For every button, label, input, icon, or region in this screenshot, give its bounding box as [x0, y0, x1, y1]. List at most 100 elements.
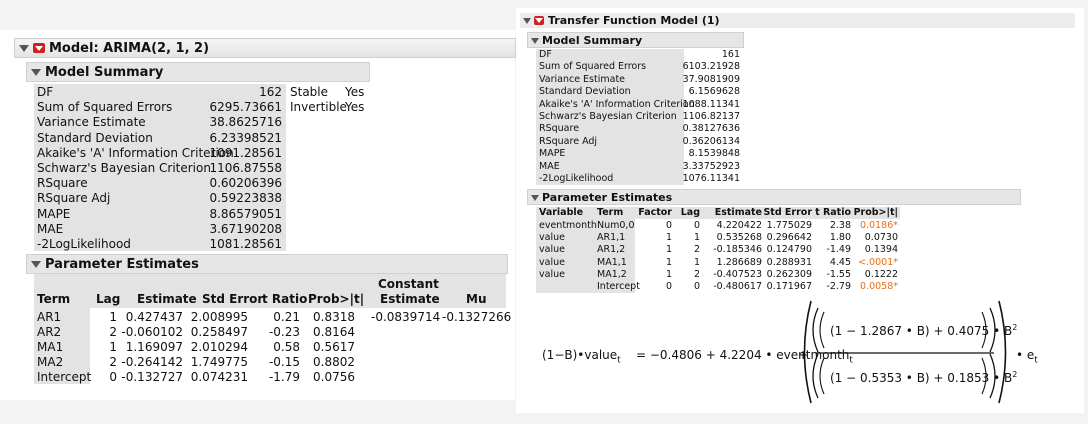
- pe-cell: value: [539, 268, 565, 280]
- pe-cell: 0: [109, 370, 117, 384]
- pe-prob: <.0001*: [858, 256, 898, 268]
- pe-cell: 0.535268: [716, 232, 762, 244]
- pe-cell: 1.80: [829, 232, 851, 244]
- pe-header-t-ratio: t Ratio: [262, 292, 308, 306]
- pe-header: t Ratio: [815, 207, 851, 218]
- transfer-function-title: Transfer Function Model (1): [548, 14, 720, 27]
- pe-cell: -1.49: [826, 244, 851, 256]
- pe-cell: MA1,2: [597, 268, 627, 280]
- summary-label: Variance Estimate: [37, 115, 146, 130]
- pe-cell: 1: [693, 232, 700, 244]
- arima-model-header[interactable]: Model: ARIMA(2, 1, 2): [14, 38, 516, 58]
- model-flag-value: Yes: [345, 100, 365, 115]
- summary-value: 8.86579051: [209, 206, 282, 221]
- pe-cell: 4.45: [829, 256, 851, 268]
- summary-label: Variance Estimate: [539, 73, 626, 85]
- equation-rhs-subscript: t: [849, 355, 853, 366]
- pe-cell: -0.480617: [713, 281, 762, 292]
- disclosure-triangle-icon[interactable]: [31, 65, 41, 80]
- pe-cell: 1: [109, 340, 117, 354]
- pe-prob: 0.1222: [864, 268, 898, 280]
- pe-cell: -0.185346: [713, 244, 762, 256]
- summary-value: 1106.87558: [209, 161, 282, 175]
- pe-cell: 1.749775: [190, 355, 248, 369]
- pe-cell: 0.21: [273, 310, 300, 324]
- left-model-summary-header[interactable]: Model Summary: [26, 62, 370, 82]
- summary-value: 1081.28561: [209, 237, 282, 251]
- pe-cell: eventmonth: [539, 220, 597, 231]
- pe-header: Factor: [638, 207, 672, 218]
- pe-cell: MA1,1: [597, 256, 627, 268]
- pe-cell: 2: [693, 268, 700, 280]
- pe-cell: -0.15: [268, 355, 300, 369]
- pe-cell: 0.074231: [190, 370, 248, 384]
- pe-term: MA2: [37, 355, 64, 369]
- pe-cell: 1.169097: [125, 340, 183, 354]
- red-triangle-menu-icon[interactable]: [33, 43, 45, 53]
- pe-cell: 0: [693, 220, 700, 231]
- pe-header-std-error: Std Error: [202, 292, 264, 306]
- pe-cell: 0: [693, 281, 700, 292]
- pe-cell: 1.286689: [716, 256, 762, 268]
- model-flag-value: Yes: [345, 85, 365, 99]
- disclosure-triangle-icon[interactable]: [19, 41, 29, 56]
- pe-header-prob: Prob>|t|: [308, 292, 365, 306]
- pe-cell: 0.8164: [313, 325, 355, 339]
- mu-value: -0.1327266: [442, 310, 512, 324]
- summary-label: RSquare Adj: [37, 191, 111, 206]
- constant-estimate-value: -0.0839714: [371, 310, 441, 324]
- right-parameter-estimates-header[interactable]: Parameter Estimates: [527, 189, 1021, 205]
- pe-header: Estimate: [714, 207, 762, 218]
- pe-header-term: Term: [37, 292, 71, 306]
- pe-cell: value: [539, 232, 565, 244]
- pe-cell: -1.55: [826, 268, 851, 280]
- equation-numerator-exponent: 2: [1012, 323, 1018, 332]
- summary-value: 37.9081909: [682, 73, 740, 85]
- pe-cell: 0.258497: [190, 325, 248, 339]
- left-model-summary-title: Model Summary: [45, 64, 164, 80]
- summary-label: Schwarz's Bayesian Criterion: [539, 111, 677, 122]
- pe-header: Lag: [680, 207, 700, 218]
- disclosure-triangle-icon[interactable]: [531, 34, 539, 47]
- right-model-summary-title: Model Summary: [542, 33, 643, 47]
- summary-label: Sum of Squared Errors: [539, 61, 647, 73]
- pe-header-mu: Mu: [466, 292, 487, 306]
- summary-label: MAPE: [539, 148, 566, 160]
- transfer-function-header[interactable]: Transfer Function Model (1): [520, 13, 1075, 28]
- pe-cell: 0.5617: [313, 340, 355, 354]
- pe-cell: -2.79: [826, 281, 851, 292]
- summary-label: RSquare: [37, 176, 88, 191]
- summary-value: 1091.28561: [209, 145, 282, 160]
- pe-cell: -0.132727: [121, 370, 183, 384]
- summary-value: 6103.21928: [682, 61, 740, 73]
- summary-label: Standard Deviation: [37, 130, 153, 145]
- equation-tail: • e: [1016, 348, 1035, 362]
- pe-cell: 2: [693, 244, 700, 256]
- disclosure-triangle-icon[interactable]: [531, 191, 539, 204]
- pe-cell: 1: [665, 256, 672, 268]
- pe-cell: 2.38: [829, 220, 851, 231]
- disclosure-triangle-icon[interactable]: [523, 14, 531, 27]
- pe-term: MA1: [37, 340, 64, 354]
- left-parameter-estimates-header[interactable]: Parameter Estimates: [26, 254, 508, 274]
- summary-label: Sum of Squared Errors: [37, 100, 173, 115]
- pe-header-constant-estimate: Estimate: [380, 292, 440, 306]
- summary-value: 6.1569628: [688, 86, 740, 98]
- pe-cell: Intercept: [597, 281, 640, 292]
- right-model-summary-header[interactable]: Model Summary: [527, 32, 744, 48]
- pe-cell: -0.264142: [121, 355, 183, 369]
- pe-prob: 0.0730: [864, 232, 898, 244]
- summary-value: 0.60206396: [209, 176, 282, 191]
- pe-cell: 0.262309: [766, 268, 812, 280]
- pe-cell: 2: [109, 355, 117, 369]
- pe-cell: -0.23: [268, 325, 300, 339]
- disclosure-triangle-icon[interactable]: [31, 257, 41, 272]
- pe-cell: value: [539, 244, 565, 256]
- summary-label: DF: [539, 49, 552, 60]
- summary-label: RSquare Adj: [539, 135, 598, 147]
- pe-cell: 2.010294: [190, 340, 248, 354]
- pe-header-estimate: Estimate: [137, 292, 197, 306]
- pe-header-lag: Lag: [96, 292, 121, 306]
- arima-model-title: Model: ARIMA(2, 1, 2): [49, 40, 210, 56]
- red-triangle-menu-icon[interactable]: [534, 16, 544, 25]
